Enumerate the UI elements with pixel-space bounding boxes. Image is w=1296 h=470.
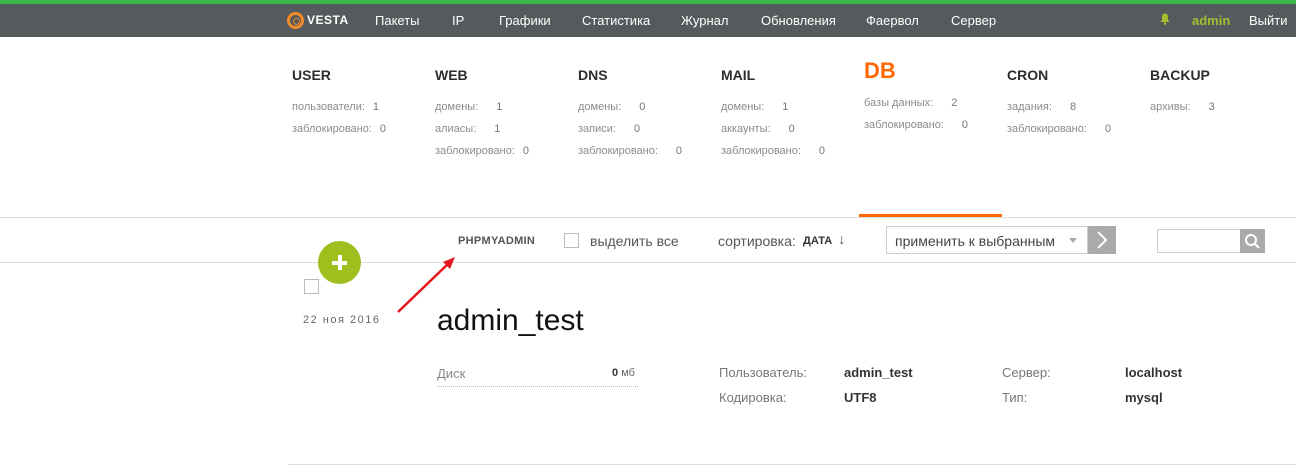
stat-row: задания: 8 <box>1007 101 1077 113</box>
stat-row: заблокировано: 0 <box>435 145 530 157</box>
select-all-checkbox[interactable] <box>564 233 579 248</box>
caret-down-icon <box>1069 238 1077 243</box>
stat-title-active: DB <box>864 58 896 83</box>
stat-title: WEB <box>435 67 468 83</box>
search-input[interactable] <box>1157 229 1241 253</box>
user-label: Пользователь: <box>719 365 807 380</box>
phpmyadmin-link[interactable]: PHPMYADMIN <box>458 235 535 247</box>
nav-packages[interactable]: Пакеты <box>375 13 420 28</box>
stat-title: USER <box>292 67 331 83</box>
row-date: 22 ноя 2016 <box>303 314 381 326</box>
search-icon <box>1245 234 1260 249</box>
stat-user[interactable]: USER пользователи: 1 заблокировано: 0 <box>292 66 386 144</box>
stat-row: пользователи: 1 <box>292 101 380 113</box>
server-value: localhost <box>1125 365 1183 380</box>
active-tab-underline <box>859 214 1002 217</box>
bulk-action-select[interactable]: применить к выбранным <box>886 226 1088 254</box>
nav-updates[interactable]: Обновления <box>761 13 836 28</box>
annotation-arrow-icon <box>397 257 455 313</box>
toolbar-divider <box>0 262 1296 263</box>
nav-log[interactable]: Журнал <box>681 13 728 28</box>
top-navbar: VESTA Пакеты IP Графики Статистика Журна… <box>0 4 1296 37</box>
chevron-right-icon <box>1097 231 1108 249</box>
encoding-label: Кодировка: <box>719 390 787 405</box>
vesta-logo[interactable]: VESTA <box>287 11 349 29</box>
nav-ip[interactable]: IP <box>452 13 464 28</box>
stat-row: записи: 0 <box>578 123 641 135</box>
row-checkbox[interactable] <box>304 279 319 294</box>
stat-row: аккаунты: 0 <box>721 123 795 135</box>
server-label: Сервер: <box>1002 365 1051 380</box>
disk-value: 0 мб <box>612 367 635 379</box>
nav-user-admin[interactable]: admin <box>1192 13 1230 28</box>
nav-logout[interactable]: Выйти <box>1249 13 1288 28</box>
stat-row: домены: 1 <box>435 101 503 113</box>
nav-graphs[interactable]: Графики <box>499 13 551 28</box>
select-all-label[interactable]: выделить все <box>590 233 679 249</box>
nav-server[interactable]: Сервер <box>951 13 996 28</box>
user-value: admin_test <box>844 365 913 380</box>
encoding-value: UTF8 <box>844 390 877 405</box>
add-database-button[interactable] <box>318 241 361 284</box>
stat-row: архивы: 3 <box>1150 101 1215 113</box>
stat-dns[interactable]: DNS домены: 0 записи: 0 заблокировано: 0 <box>578 66 682 166</box>
search-button[interactable] <box>1240 229 1265 253</box>
vesta-logo-icon <box>287 11 304 29</box>
stat-row: домены: 0 <box>578 101 646 113</box>
apply-button[interactable] <box>1088 226 1116 254</box>
stat-row: заблокировано: 0 <box>864 119 969 131</box>
stat-web[interactable]: WEB домены: 1 алиасы: 1 заблокировано: 0 <box>435 66 529 166</box>
row-divider <box>288 464 1296 465</box>
logo-text: VESTA <box>307 13 349 27</box>
stat-row: заблокировано: 0 <box>292 123 387 135</box>
stat-cron[interactable]: CRON задания: 8 заблокировано: 0 <box>1007 66 1111 144</box>
disk-label: Диск <box>437 366 466 381</box>
stat-backup[interactable]: BACKUP архивы: 3 <box>1150 66 1215 122</box>
type-label: Тип: <box>1002 390 1028 405</box>
stat-row: заблокировано: 0 <box>721 145 826 157</box>
stat-row: домены: 1 <box>721 101 789 113</box>
stat-title: DNS <box>578 67 608 83</box>
stat-row: алиасы: 1 <box>435 123 501 135</box>
stat-title: CRON <box>1007 67 1049 83</box>
sort-arrow-icon[interactable]: ↓ <box>838 231 846 248</box>
nav-firewall[interactable]: Фаервол <box>866 13 919 28</box>
bulk-action-value: применить к выбранным <box>895 233 1056 249</box>
stat-mail[interactable]: MAIL домены: 1 аккаунты: 0 заблокировано: 0 <box>721 66 825 166</box>
stat-row: базы данных: 2 <box>864 97 958 109</box>
stats-divider <box>0 217 1296 218</box>
stat-row: заблокировано: 0 <box>578 145 683 157</box>
sort-label: сортировка: <box>718 233 796 249</box>
bell-icon[interactable] <box>1160 13 1170 25</box>
sort-value[interactable]: ДАТА <box>803 235 832 247</box>
disk-underline <box>437 386 638 387</box>
stat-db[interactable]: DB базы данных: 2 заблокировано: 0 <box>864 60 969 140</box>
type-value: mysql <box>1125 390 1163 405</box>
stat-title: MAIL <box>721 67 756 83</box>
nav-statistics[interactable]: Статистика <box>582 13 650 28</box>
stat-row: заблокировано: 0 <box>1007 123 1112 135</box>
stat-title: BACKUP <box>1150 67 1210 83</box>
